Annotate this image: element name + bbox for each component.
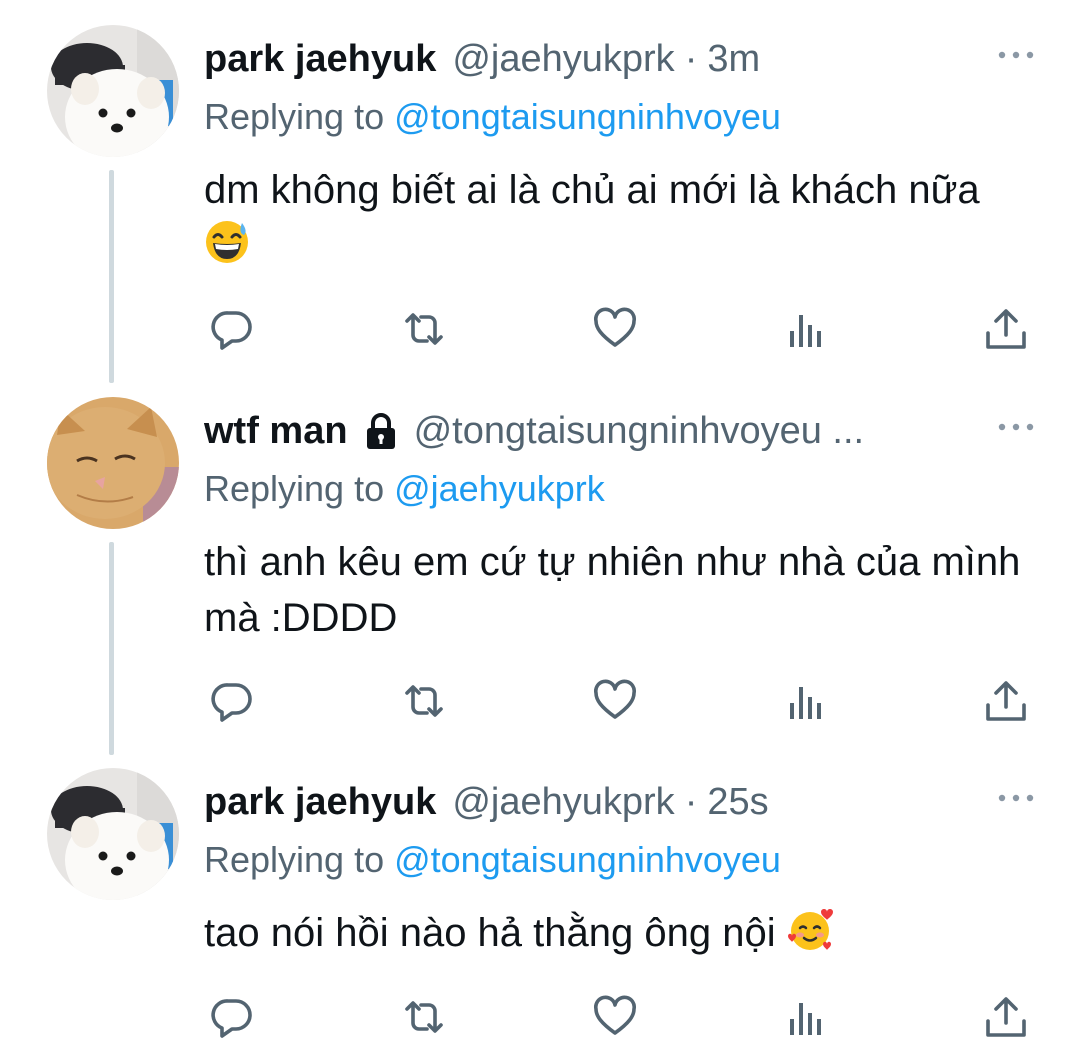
tweet-text: thì anh kêu em cứ tự nhiên như nhà của m… [204, 534, 1034, 646]
username[interactable]: @tongtaisungninhvoyeu ... [414, 410, 865, 453]
reply-icon[interactable] [208, 993, 256, 1041]
reply-icon[interactable] [208, 305, 256, 353]
mention-link[interactable]: @tongtaisungninhvoyeu [394, 839, 781, 880]
more-icon[interactable] [996, 420, 1036, 434]
username[interactable]: @jaehyukprk [452, 38, 674, 81]
tweet-actions [204, 677, 1034, 725]
tweet-body: dm không biết ai là chủ ai mới là khách … [204, 168, 980, 212]
views-icon[interactable] [782, 305, 830, 353]
replying-to: Replying to @tongtaisungninhvoyeu [204, 96, 781, 138]
timestamp[interactable]: 3m [707, 38, 760, 81]
retweet-icon[interactable] [400, 677, 448, 725]
tweet-header: park jaehyuk @jaehyukprk · 25s [204, 777, 1000, 827]
tweet-body: tao nói hồi nào hả thằng ông nội [204, 911, 776, 955]
reply-icon[interactable] [208, 677, 256, 725]
lock-icon [364, 411, 398, 451]
mention-link[interactable]: @tongtaisungninhvoyeu [394, 96, 781, 137]
tweet-text: dm không biết ai là chủ ai mới là khách … [204, 162, 1034, 274]
like-icon[interactable] [591, 993, 639, 1041]
tweet-text: tao nói hồi nào hả thằng ông nội [204, 905, 1034, 961]
avatar[interactable] [47, 25, 179, 157]
views-icon[interactable] [782, 993, 830, 1041]
thread-line [109, 542, 114, 755]
share-icon[interactable] [982, 677, 1030, 725]
tweet[interactable]: park jaehyuk @jaehyukprk · 3m Replying t… [0, 0, 1080, 390]
tweet-actions [204, 305, 1034, 353]
tweet-header: wtf man @tongtaisungninhvoyeu ... [204, 406, 1000, 456]
tweet[interactable]: park jaehyuk @jaehyukprk · 25s Replying … [0, 743, 1080, 1063]
replying-to: Replying to @tongtaisungninhvoyeu [204, 839, 781, 881]
display-name[interactable]: park jaehyuk [204, 38, 436, 81]
like-icon[interactable] [591, 305, 639, 353]
tweet[interactable]: wtf man @tongtaisungninhvoyeu ... Replyi… [0, 372, 1080, 757]
avatar[interactable] [47, 397, 179, 529]
tweet-header: park jaehyuk @jaehyukprk · 3m [204, 34, 1000, 84]
grinning-sweat-emoji [204, 219, 250, 265]
thread-line [109, 170, 114, 383]
separator-dot: · [684, 37, 698, 80]
replying-label: Replying to [204, 96, 395, 137]
replying-to: Replying to @jaehyukprk [204, 468, 605, 510]
timestamp[interactable]: 25s [707, 781, 768, 824]
share-icon[interactable] [982, 305, 1030, 353]
replying-label: Replying to [204, 468, 395, 509]
more-icon[interactable] [996, 791, 1036, 805]
smiling-hearts-emoji [787, 906, 833, 952]
retweet-icon[interactable] [400, 305, 448, 353]
views-icon[interactable] [782, 677, 830, 725]
mention-link[interactable]: @jaehyukprk [394, 468, 605, 509]
retweet-icon[interactable] [400, 993, 448, 1041]
tweet-actions [204, 993, 1034, 1041]
like-icon[interactable] [591, 677, 639, 725]
separator-dot: · [684, 780, 698, 823]
display-name[interactable]: wtf man [204, 410, 348, 453]
display-name[interactable]: park jaehyuk [204, 781, 436, 824]
tweet-body: thì anh kêu em cứ tự nhiên như nhà của m… [204, 540, 1021, 640]
replying-label: Replying to [204, 839, 395, 880]
avatar[interactable] [47, 768, 179, 900]
share-icon[interactable] [982, 993, 1030, 1041]
username[interactable]: @jaehyukprk [452, 781, 674, 824]
more-icon[interactable] [996, 48, 1036, 62]
